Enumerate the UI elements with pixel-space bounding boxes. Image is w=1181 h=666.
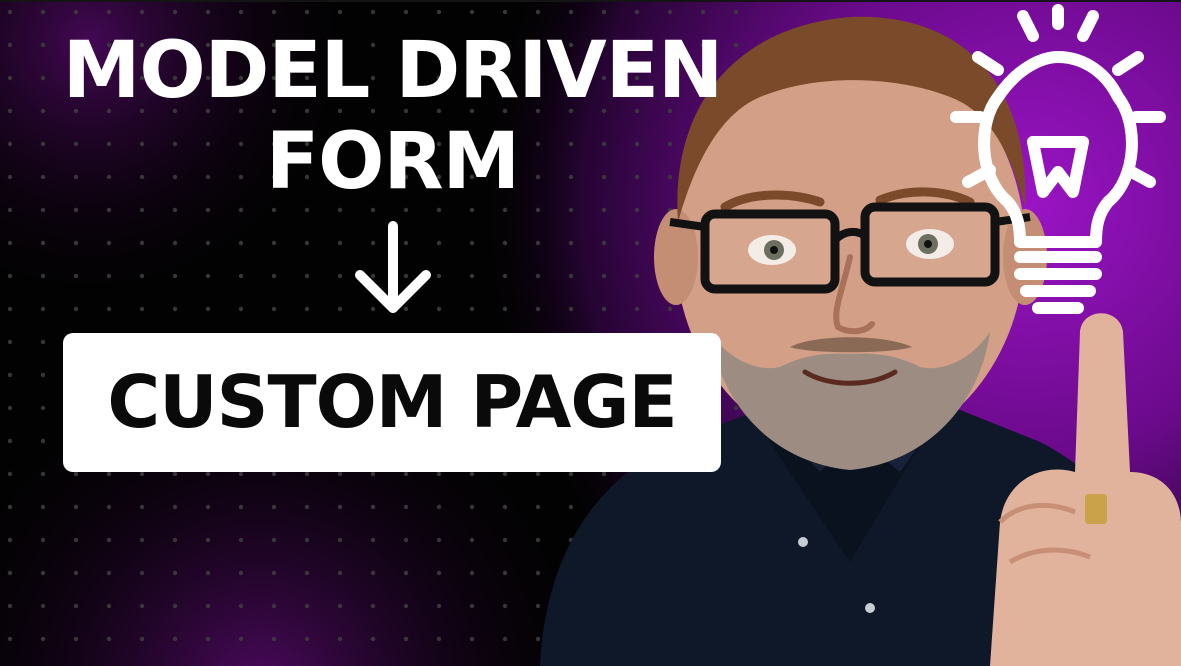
custom-page-label-box: CUSTOM PAGE bbox=[63, 333, 721, 472]
video-thumbnail[interactable]: MODEL DRIVEN FORM CUSTOM PAGE bbox=[0, 2, 1181, 666]
video-frame: e bbox=[0, 0, 1181, 666]
title-line-2: FORM bbox=[265, 117, 520, 207]
lightbulb-icon bbox=[950, 4, 1166, 314]
title-line-1: MODEL DRIVEN bbox=[62, 26, 724, 116]
custom-page-label: CUSTOM PAGE bbox=[107, 360, 677, 444]
down-arrow-icon bbox=[355, 221, 431, 313]
